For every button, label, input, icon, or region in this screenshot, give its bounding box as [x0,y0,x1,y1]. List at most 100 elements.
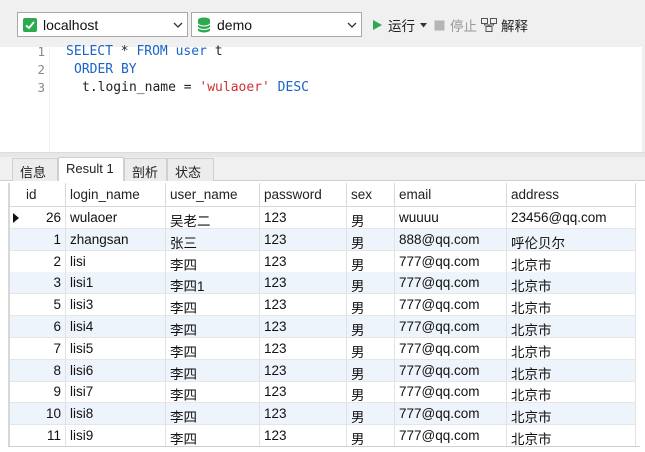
cell-password[interactable]: 123 [260,381,347,404]
cell-address[interactable]: 23456@qq.com [507,207,636,229]
cell-password[interactable]: 123 [260,425,347,447]
chevron-down-icon[interactable] [169,13,187,36]
stop-button[interactable]: 停止 [432,15,477,35]
cell-address[interactable]: 北京市 [507,294,636,317]
cell-sex[interactable]: 男 [347,359,395,382]
table-row[interactable]: 10 lisi8 李四 123 男 777@qq.com 北京市 [10,403,636,426]
cell-sex[interactable]: 男 [347,425,395,447]
cell-sex[interactable]: 男 [347,250,395,273]
cell-login-name[interactable]: lisi1 [66,272,166,295]
tab-profile[interactable]: 剖析 [124,158,167,181]
table-row[interactable]: 11 lisi9 李四 123 男 777@qq.com 北京市 [10,425,636,447]
cell-email[interactable]: 777@qq.com [395,316,507,338]
cell-id[interactable]: 3 [22,272,66,295]
chevron-down-icon[interactable] [343,13,361,36]
table-row[interactable]: 9 lisi7 李四 123 男 777@qq.com 北京市 [10,381,636,404]
cell-password[interactable]: 123 [260,228,347,251]
table-row[interactable]: 3 lisi1 李四1 123 男 777@qq.com 北京市 [10,272,636,295]
cell-email[interactable]: 777@qq.com [395,250,507,273]
cell-sex[interactable]: 男 [347,316,395,338]
cell-login-name[interactable]: zhangsan [66,228,166,251]
cell-login-name[interactable]: lisi7 [66,381,166,404]
cell-address[interactable]: 北京市 [507,337,636,360]
cell-login-name[interactable]: lisi8 [66,403,166,426]
cell-login-name[interactable]: wulaoer [66,207,166,229]
cell-login-name[interactable]: lisi [66,250,166,273]
cell-password[interactable]: 123 [260,272,347,295]
run-button[interactable]: 运行 [370,15,427,35]
column-header-sex[interactable]: sex [347,183,395,207]
column-header-password[interactable]: password [260,183,347,207]
table-row[interactable]: 8 lisi6 李四 123 男 777@qq.com 北京市 [10,359,636,382]
cell-user-name[interactable]: 李四 [166,381,260,404]
cell-user-name[interactable]: 李四 [166,250,260,273]
cell-id[interactable]: 5 [22,294,66,317]
cell-id[interactable]: 26 [22,207,66,229]
cell-sex[interactable]: 男 [347,272,395,295]
cell-address[interactable]: 北京市 [507,425,636,447]
cell-login-name[interactable]: lisi5 [66,337,166,360]
cell-user-name[interactable]: 吴老二 [166,207,260,229]
cell-user-name[interactable]: 李四 [166,403,260,426]
cell-password[interactable]: 123 [260,250,347,273]
cell-address[interactable]: 北京市 [507,403,636,426]
cell-email[interactable]: 777@qq.com [395,403,507,426]
cell-password[interactable]: 123 [260,337,347,360]
cell-email[interactable]: 888@qq.com [395,228,507,251]
cell-id[interactable]: 2 [22,250,66,273]
column-header-user-name[interactable]: user_name [166,183,260,207]
cell-id[interactable]: 9 [22,381,66,404]
cell-password[interactable]: 123 [260,207,347,229]
table-row[interactable]: 5 lisi3 李四 123 男 777@qq.com 北京市 [10,294,636,317]
cell-address[interactable]: 北京市 [507,381,636,404]
explain-button[interactable]: 解释 [481,15,528,35]
cell-sex[interactable]: 男 [347,207,395,229]
cell-email[interactable]: 777@qq.com [395,359,507,382]
cell-address[interactable]: 北京市 [507,359,636,382]
cell-id[interactable]: 1 [22,228,66,251]
cell-password[interactable]: 123 [260,403,347,426]
cell-address[interactable]: 北京市 [507,250,636,273]
cell-id[interactable]: 7 [22,337,66,360]
cell-user-name[interactable]: 李四 [166,425,260,447]
sql-editor[interactable]: 1 2 3 SELECT * FROM user t ORDER BY t.lo… [0,44,642,152]
cell-email[interactable]: 777@qq.com [395,272,507,295]
cell-password[interactable]: 123 [260,294,347,317]
cell-user-name[interactable]: 李四 [166,294,260,317]
table-row[interactable]: 26 wulaoer 吴老二 123 男 wuuuu 23456@qq.com [10,207,636,229]
cell-address[interactable]: 北京市 [507,272,636,295]
cell-id[interactable]: 6 [22,316,66,338]
cell-email[interactable]: 777@qq.com [395,381,507,404]
cell-sex[interactable]: 男 [347,381,395,404]
cell-address[interactable]: 北京市 [507,316,636,338]
cell-password[interactable]: 123 [260,316,347,338]
connection-select[interactable]: localhost [17,12,188,37]
cell-sex[interactable]: 男 [347,294,395,317]
cell-email[interactable]: 777@qq.com [395,425,507,447]
table-row[interactable]: 7 lisi5 李四 123 男 777@qq.com 北京市 [10,337,636,360]
cell-email[interactable]: 777@qq.com [395,337,507,360]
column-header-login-name[interactable]: login_name [66,183,166,207]
cell-sex[interactable]: 男 [347,337,395,360]
cell-sex[interactable]: 男 [347,403,395,426]
cell-user-name[interactable]: 李四 [166,337,260,360]
cell-user-name[interactable]: 李四 [166,316,260,338]
result-grid[interactable]: id login_name user_name password sex email add… [10,183,636,447]
cell-login-name[interactable]: lisi6 [66,359,166,382]
table-row[interactable]: 6 lisi4 李四 123 男 777@qq.com 北京市 [10,316,636,338]
cell-address[interactable]: 呼伦贝尔 [507,228,636,251]
cell-sex[interactable]: 男 [347,228,395,251]
cell-id[interactable]: 8 [22,359,66,382]
cell-email[interactable]: 777@qq.com [395,294,507,317]
cell-login-name[interactable]: lisi4 [66,316,166,338]
cell-login-name[interactable]: lisi9 [66,425,166,447]
cell-user-name[interactable]: 张三 [166,228,260,251]
tab-result-1[interactable]: Result 1 [58,157,124,181]
tab-info[interactable]: 信息 [12,158,58,181]
cell-user-name[interactable]: 李四 [166,359,260,382]
table-row[interactable]: 2 lisi 李四 123 男 777@qq.com 北京市 [10,250,636,273]
column-header-email[interactable]: email [395,183,507,207]
cell-email[interactable]: wuuuu [395,207,507,229]
column-header-address[interactable]: address [507,183,636,207]
database-select[interactable]: demo [191,12,362,37]
